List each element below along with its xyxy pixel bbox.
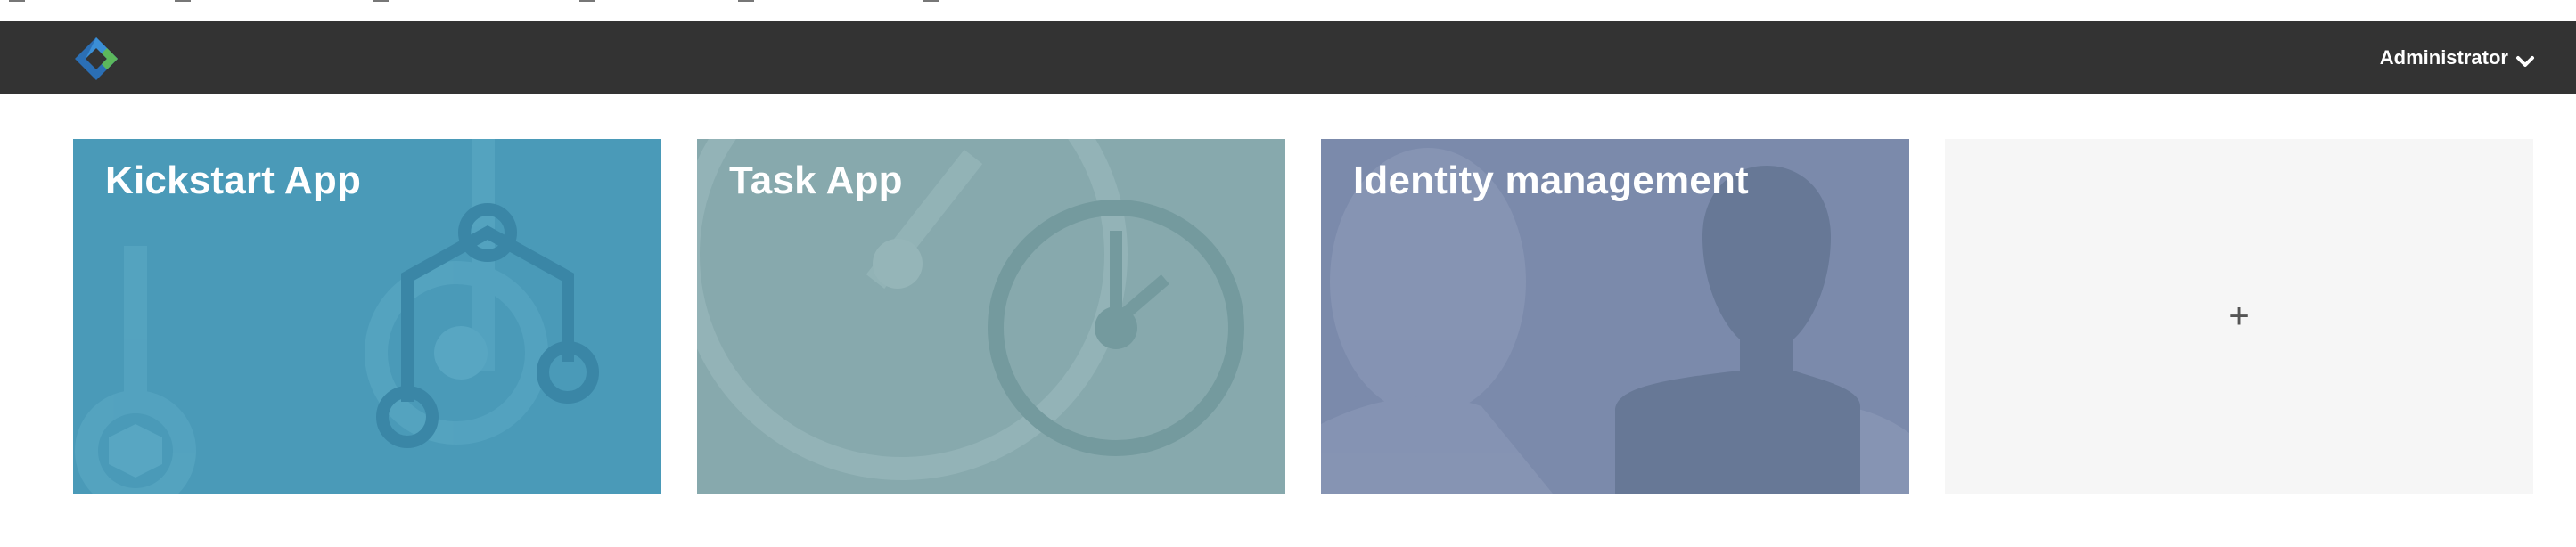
add-app-tile[interactable]: + [1945, 139, 2533, 494]
strip-mark [579, 0, 595, 2]
user-name-label: Administrator [2379, 46, 2508, 69]
browser-top-strip [0, 0, 2576, 21]
app-tile-title: Task App [729, 159, 903, 202]
app-tile-kickstart[interactable]: Kickstart App [73, 139, 661, 494]
chevron-down-icon [2515, 51, 2535, 67]
activiti-diamond-logo-icon[interactable] [71, 36, 121, 82]
app-tile-title: Identity management [1353, 159, 1749, 202]
plus-icon: + [2228, 297, 2250, 336]
strip-mark [9, 0, 25, 2]
user-menu[interactable]: Administrator [2380, 21, 2535, 94]
strip-mark [373, 0, 389, 2]
strip-mark [738, 0, 754, 2]
app-tile-title: Kickstart App [105, 159, 362, 202]
app-tile-task[interactable]: Task App [697, 139, 1285, 494]
strip-mark [923, 0, 939, 2]
strip-mark [175, 0, 191, 2]
app-tile-identity[interactable]: Identity management [1321, 139, 1909, 494]
top-navbar: Administrator [0, 21, 2576, 94]
